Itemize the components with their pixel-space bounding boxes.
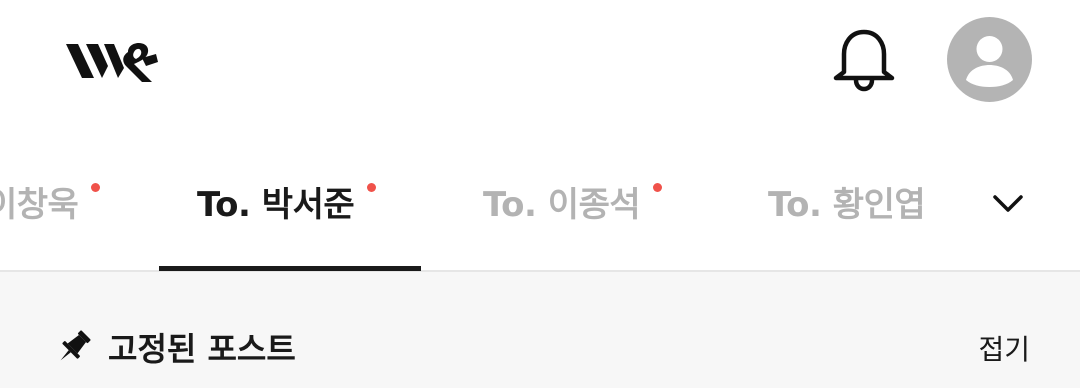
pinned-posts-header: 고정된 포스트 접기 — [0, 272, 1080, 388]
app-header — [0, 0, 1080, 130]
tab-label: To. 이종석 — [483, 184, 641, 225]
chevron-down-icon[interactable] — [990, 188, 1026, 218]
pinned-posts-title: 고정된 포스트 — [108, 330, 296, 368]
brand-logo-icon[interactable] — [64, 32, 160, 88]
tab-recipient-1[interactable]: 이창욱 — [0, 176, 101, 226]
tab-label: 이창욱 — [0, 184, 79, 225]
collapse-button[interactable]: 접기 — [978, 328, 1030, 368]
tab-recipient-4[interactable]: To. 황인엽 — [768, 176, 926, 226]
recipient-tabs: 이창욱 To. 박서준 To. 이종석 To. 황인엽 — [0, 130, 1080, 272]
user-avatar-icon[interactable] — [947, 17, 1032, 102]
tab-recipient-3[interactable]: To. 이종석 — [483, 176, 663, 226]
new-indicator-dot — [91, 183, 101, 192]
bell-icon[interactable] — [830, 26, 898, 94]
tab-label: To. 황인엽 — [768, 184, 926, 225]
active-tab-indicator — [159, 266, 421, 271]
tab-recipient-2[interactable]: To. 박서준 — [197, 176, 377, 226]
pin-icon — [54, 327, 94, 367]
tab-label: To. 박서준 — [197, 184, 355, 225]
new-indicator-dot — [367, 183, 377, 192]
new-indicator-dot — [653, 183, 663, 192]
